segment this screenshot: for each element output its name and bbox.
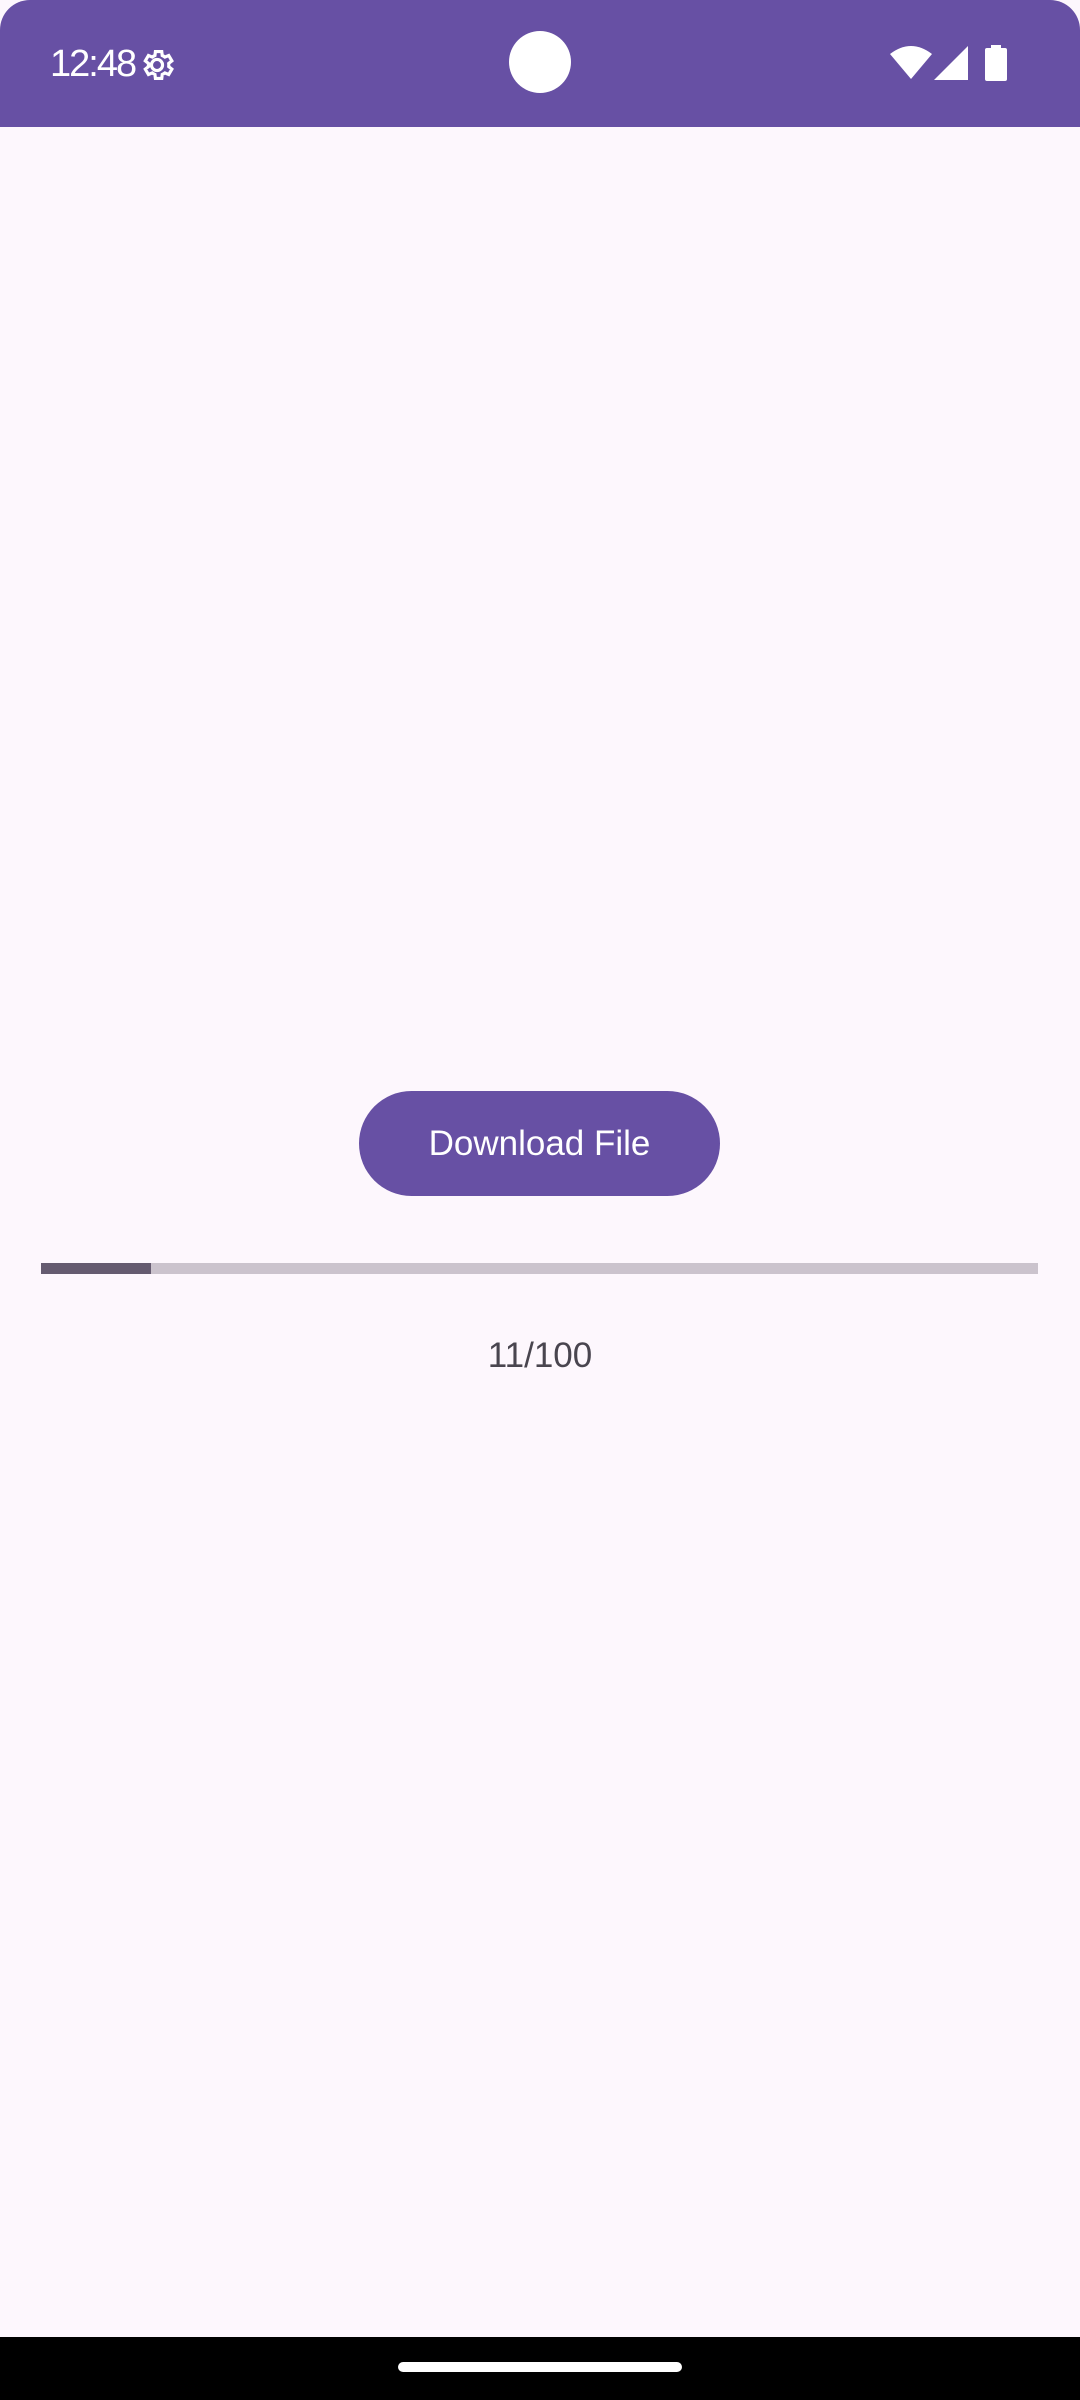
- status-bar: 12:48: [0, 0, 1080, 127]
- download-progress-fill: [41, 1263, 151, 1274]
- signal-icon: [934, 46, 968, 80]
- download-progress-bar: [41, 1263, 1038, 1274]
- download-file-button[interactable]: Download File: [359, 1091, 720, 1196]
- battery-icon: [985, 45, 1007, 81]
- status-time: 12:48: [50, 43, 137, 85]
- wifi-icon: [890, 46, 932, 79]
- camera-cutout: [509, 31, 571, 93]
- gear-icon: [143, 49, 174, 81]
- app-screen: 12:48 Download File 11/100: [0, 0, 1080, 2400]
- home-gesture-handle[interactable]: [398, 2362, 682, 2372]
- download-progress-label: 11/100: [487, 1336, 593, 1375]
